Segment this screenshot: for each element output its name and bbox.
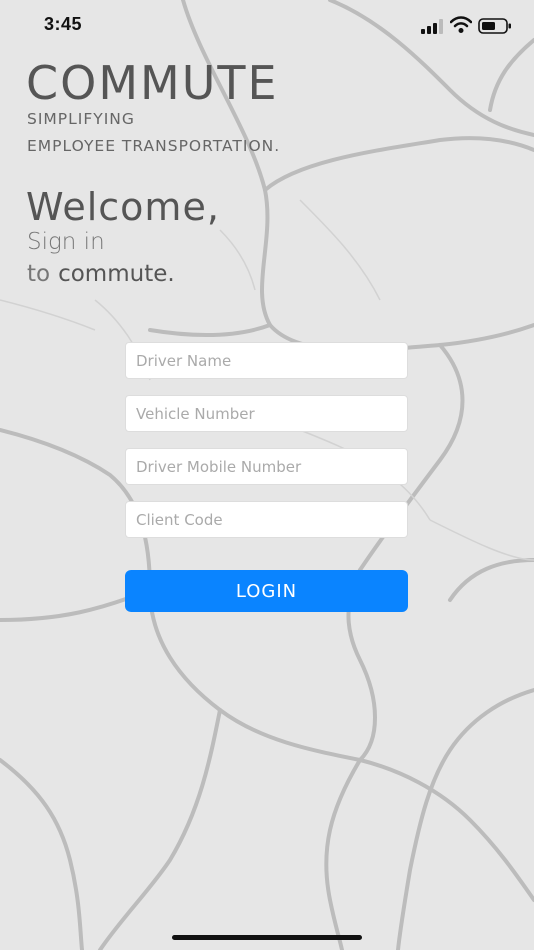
client-code-input[interactable] bbox=[125, 501, 408, 538]
to-word: to bbox=[27, 261, 51, 287]
wifi-icon bbox=[450, 16, 472, 33]
status-bar: 3:45 bbox=[0, 0, 534, 54]
driver-name-input[interactable] bbox=[125, 342, 408, 379]
to-commute-text: to commute. bbox=[27, 261, 175, 287]
tagline-line-1: SIMPLIFYING bbox=[27, 110, 135, 128]
app-name-text: commute. bbox=[58, 261, 175, 287]
login-button[interactable]: LOGIN bbox=[125, 570, 408, 612]
welcome-heading: Welcome, bbox=[26, 185, 220, 229]
vehicle-number-input[interactable] bbox=[125, 395, 408, 432]
status-time: 3:45 bbox=[44, 14, 83, 34]
cellular-signal-icon bbox=[421, 19, 443, 34]
home-indicator[interactable] bbox=[172, 935, 362, 940]
driver-mobile-number-input[interactable] bbox=[125, 448, 408, 485]
battery-icon bbox=[478, 18, 511, 34]
app-brand-title: COMMUTE bbox=[26, 56, 279, 110]
tagline-line-2: EMPLOYEE TRANSPORTATION. bbox=[27, 137, 281, 155]
sign-in-text: Sign in bbox=[27, 229, 105, 255]
